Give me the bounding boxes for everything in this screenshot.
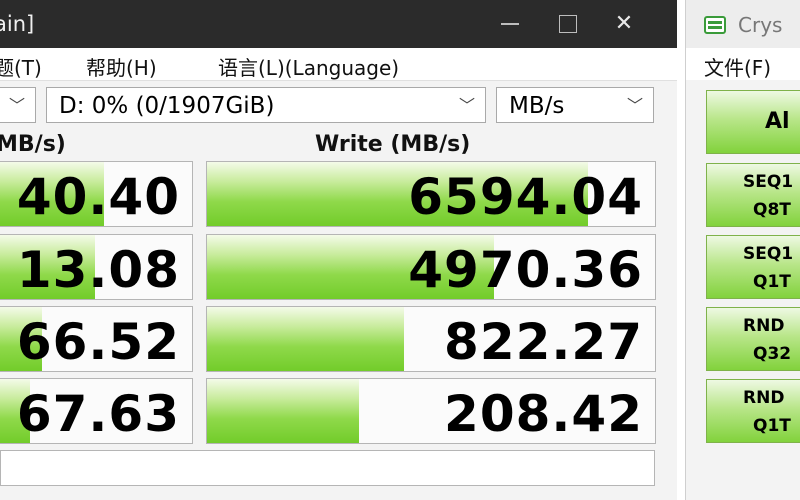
test-label-line2: Q1T — [753, 272, 791, 292]
write-header: Write (MB/s) — [315, 132, 471, 157]
all-button-label: Al — [765, 109, 790, 134]
write-value: 6594.04 — [408, 168, 643, 226]
minimize-icon — [501, 23, 519, 25]
toolbar: ﹀ D: 0% (0/1907GiB) ﹀ MB/s ﹀ — [0, 81, 677, 129]
test-label-line2: Q8T — [753, 200, 791, 220]
comment-field[interactable] — [0, 450, 655, 486]
menu-language[interactable]: 语言(L)(Language) — [218, 52, 399, 81]
title-bar: ain] ✕ — [0, 0, 677, 48]
menu-bar: 题(T) 帮助(H) 语言(L)(Language) — [0, 48, 677, 81]
write-result-cell: 4970.36 — [206, 234, 656, 300]
read-header: MB/s) — [0, 132, 66, 157]
drive-select[interactable]: D: 0% (0/1907GiB) ﹀ — [46, 87, 486, 123]
write-value: 208.42 — [444, 385, 643, 443]
read-result-cell: 67.63 — [0, 378, 193, 444]
test-label-line1: SEQ1 — [743, 244, 794, 264]
chevron-down-icon: ﹀ — [8, 96, 25, 115]
close-button[interactable]: ✕ — [596, 0, 652, 48]
window-title: Crys — [738, 13, 783, 37]
read-value: 13.08 — [16, 241, 180, 299]
menu-theme[interactable]: 题(T) — [0, 52, 42, 81]
menu-help[interactable]: 帮助(H) — [86, 52, 157, 81]
close-icon: ✕ — [614, 11, 634, 36]
menu-bar: 文件(F) — [686, 48, 800, 80]
test-label-line1: RND — [743, 316, 785, 336]
write-bar — [207, 307, 405, 371]
read-result-cell: 66.52 — [0, 306, 193, 372]
read-result-cell: 40.40 — [0, 161, 193, 227]
second-benchmark-window: Crys 文件(F) Al SEQ1 Q8T SEQ1 Q1T RND Q32 RND Q1T — [685, 0, 800, 500]
test-button[interactable]: RND Q1T — [706, 379, 800, 443]
write-result-cell: 822.27 — [206, 306, 656, 372]
test-size-select[interactable]: ﹀ — [0, 87, 36, 123]
test-label-line2: Q32 — [753, 344, 792, 364]
test-button[interactable]: SEQ1 Q8T — [706, 163, 800, 227]
write-value: 4970.36 — [408, 241, 643, 299]
menu-file[interactable]: 文件(F) — [704, 52, 771, 81]
test-label-line1: SEQ1 — [743, 172, 794, 192]
test-label-line2: Q1T — [753, 416, 791, 436]
chevron-down-icon: ﹀ — [626, 96, 643, 115]
drive-select-value: D: 0% (0/1907GiB) — [59, 93, 275, 119]
test-button[interactable]: RND Q32 — [706, 307, 800, 371]
chevron-down-icon: ﹀ — [458, 96, 475, 115]
read-value: 66.52 — [16, 313, 180, 371]
unit-select[interactable]: MB/s ﹀ — [496, 87, 654, 123]
minimize-button[interactable] — [482, 0, 538, 48]
benchmark-window: ain] ✕ 题(T) 帮助(H) 语言(L)(Language) ﹀ D: 0… — [0, 0, 677, 500]
window-title: ain] — [0, 12, 35, 36]
read-value: 67.63 — [16, 385, 180, 443]
test-label-line1: RND — [743, 388, 785, 408]
test-button[interactable]: SEQ1 Q1T — [706, 235, 800, 299]
write-result-cell: 208.42 — [206, 378, 656, 444]
maximize-icon — [559, 15, 577, 33]
read-result-cell: 13.08 — [0, 234, 193, 300]
app-icon — [704, 16, 726, 34]
write-bar — [207, 379, 360, 443]
title-bar: Crys — [686, 0, 800, 48]
all-button[interactable]: Al — [706, 90, 800, 154]
write-value: 822.27 — [444, 313, 643, 371]
maximize-button[interactable] — [540, 0, 596, 48]
unit-select-value: MB/s — [509, 93, 565, 119]
write-result-cell: 6594.04 — [206, 161, 656, 227]
read-value: 40.40 — [16, 168, 180, 226]
